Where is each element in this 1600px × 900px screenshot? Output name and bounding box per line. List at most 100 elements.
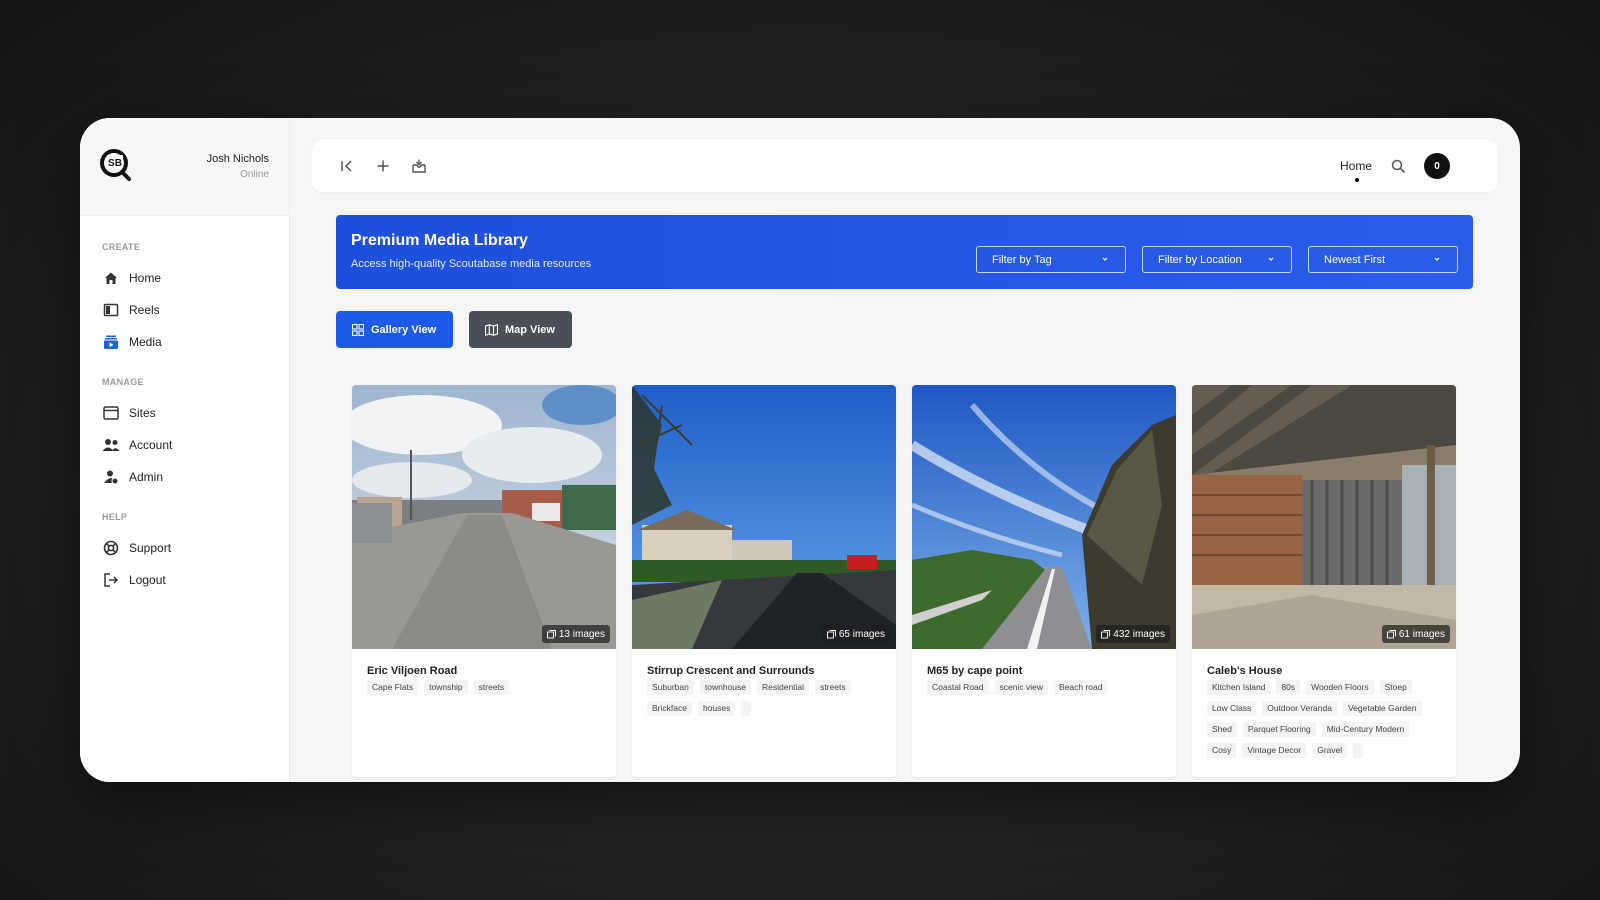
- card-thumbnail: 65 images: [632, 385, 896, 649]
- tag[interactable]: Suburban: [647, 680, 694, 695]
- sidebar: SB Josh Nichols Online CREATE Home Reels…: [80, 118, 290, 782]
- card-title: Stirrup Crescent and Surrounds: [647, 665, 815, 677]
- page-subtitle: Access high-quality Scoutabase media res…: [351, 258, 592, 270]
- map-icon: [485, 323, 498, 336]
- image-count: 61 images: [1398, 628, 1445, 640]
- media-card[interactable]: 65 images Stirrup Crescent and Surrounds…: [632, 385, 896, 777]
- tag[interactable]: Parquet Flooring: [1242, 722, 1316, 737]
- media-card[interactable]: 432 images M65 by cape point Coastal Roa…: [912, 385, 1176, 777]
- tag[interactable]: Shed: [1207, 722, 1237, 737]
- account-icon: [102, 436, 120, 454]
- media-library-banner: Premium Media Library Access high-qualit…: [336, 215, 1473, 289]
- tag[interactable]: township: [424, 680, 468, 695]
- user-status: Online: [240, 169, 269, 180]
- image-count-badge: 432 images: [1096, 625, 1170, 643]
- tag[interactable]: Brickface: [647, 701, 692, 716]
- inbox-icon[interactable]: [410, 157, 428, 175]
- card-thumbnail: 61 images: [1192, 385, 1456, 649]
- card-title: Caleb's House: [1207, 665, 1283, 677]
- gallery-icon: [1386, 629, 1396, 638]
- sidebar-item-home[interactable]: Home: [102, 267, 161, 289]
- nav-home-link[interactable]: Home: [1340, 159, 1372, 173]
- tag[interactable]: Low Class: [1207, 701, 1257, 716]
- sidebar-item-label: Sites: [129, 406, 156, 420]
- section-label-manage: MANAGE: [102, 377, 144, 387]
- image-count-badge: 61 images: [1381, 625, 1450, 643]
- tag[interactable]: Vintage Decor: [1242, 743, 1307, 758]
- sidebar-item-label: Home: [129, 271, 162, 285]
- page-title: Premium Media Library: [351, 232, 528, 249]
- tag-list: Suburban townhouse Residential streets B…: [647, 680, 887, 722]
- notification-count-badge[interactable]: 0: [1424, 153, 1450, 179]
- gallery-icon: [546, 629, 556, 638]
- sidebar-item-label: Reels: [129, 303, 160, 317]
- sites-icon: [102, 404, 120, 422]
- tag[interactable]: Outdoor Veranda: [1262, 701, 1337, 716]
- tag[interactable]: Cape Flats: [367, 680, 419, 695]
- support-icon: [102, 539, 120, 557]
- tag[interactable]: Vegetable Garden: [1342, 701, 1422, 716]
- tag[interactable]: Residential: [757, 680, 810, 695]
- home-icon: [102, 269, 120, 287]
- tag[interactable]: townhouse: [699, 680, 751, 695]
- chevron-down-icon: [1268, 257, 1274, 261]
- image-count: 432 images: [1113, 628, 1165, 640]
- tag[interactable]: [1353, 743, 1364, 758]
- tag[interactable]: Coastal Road: [927, 680, 989, 695]
- chevron-down-icon: [1102, 257, 1108, 261]
- sidebar-item-account[interactable]: Account: [102, 434, 172, 456]
- button-label: Gallery View: [371, 323, 437, 336]
- section-label-create: CREATE: [102, 242, 141, 252]
- sidebar-item-admin[interactable]: Admin: [102, 466, 163, 488]
- image-count-badge: 13 images: [541, 625, 610, 643]
- sidebar-item-label: Support: [129, 541, 172, 555]
- media-icon: [102, 333, 120, 351]
- sidebar-item-media[interactable]: Media: [102, 331, 162, 353]
- grid-icon: [352, 323, 364, 336]
- tag[interactable]: 80s: [1276, 680, 1301, 695]
- sidebar-item-logout[interactable]: Logout: [102, 569, 166, 591]
- sidebar-item-support[interactable]: Support: [102, 537, 171, 559]
- sidebar-header: SB Josh Nichols Online: [80, 118, 289, 216]
- filter-label: Filter by Tag: [992, 253, 1052, 266]
- tag[interactable]: Stoep: [1379, 680, 1412, 695]
- sidebar-item-reels[interactable]: Reels: [102, 299, 160, 321]
- tag[interactable]: Gravel: [1312, 743, 1348, 758]
- tag[interactable]: scenic view: [994, 680, 1048, 695]
- tag-list: Coastal Road scenic view Beach road: [927, 680, 1167, 701]
- tag[interactable]: Cosy: [1207, 743, 1237, 758]
- tag[interactable]: Kitchen Island: [1207, 680, 1271, 695]
- filter-by-location-select[interactable]: Filter by Location: [1142, 246, 1292, 273]
- image-count: 65 images: [838, 628, 885, 640]
- media-card[interactable]: 13 images Eric Viljoen Road Cape Flats t…: [352, 385, 616, 777]
- gallery-icon: [826, 629, 836, 638]
- tag[interactable]: [741, 701, 752, 716]
- card-thumbnail: 432 images: [912, 385, 1176, 649]
- tag[interactable]: Beach road: [1053, 680, 1108, 695]
- user-name: Josh Nichols: [206, 153, 269, 165]
- gallery-view-button[interactable]: Gallery View: [336, 311, 453, 348]
- tag[interactable]: streets: [473, 680, 510, 695]
- media-card[interactable]: 61 images Caleb's House Kitchen Island 8…: [1192, 385, 1456, 777]
- sidebar-item-label: Logout: [129, 573, 166, 587]
- top-bar: Home 0: [312, 140, 1498, 192]
- map-view-button[interactable]: Map View: [469, 311, 572, 348]
- search-icon[interactable]: [1389, 157, 1407, 175]
- app-window: SB Josh Nichols Online CREATE Home Reels…: [80, 118, 1520, 782]
- card-title: M65 by cape point: [927, 665, 1023, 677]
- app-logo[interactable]: SB: [98, 146, 134, 182]
- sidebar-item-label: Account: [129, 438, 173, 452]
- sidebar-item-sites[interactable]: Sites: [102, 402, 156, 424]
- tag[interactable]: Mid-Century Modern: [1321, 722, 1410, 737]
- filter-label: Filter by Location: [1158, 253, 1242, 266]
- add-icon[interactable]: [374, 157, 392, 175]
- sidebar-item-label: Admin: [129, 470, 164, 484]
- svg-text:SB: SB: [108, 158, 122, 169]
- filter-by-tag-select[interactable]: Filter by Tag: [976, 246, 1126, 273]
- tag[interactable]: streets: [815, 680, 851, 695]
- tag[interactable]: Wooden Floors: [1306, 680, 1374, 695]
- card-thumbnail: 13 images: [352, 385, 616, 649]
- sort-order-select[interactable]: Newest First: [1308, 246, 1458, 273]
- collapse-sidebar-icon[interactable]: [338, 157, 356, 175]
- tag[interactable]: houses: [697, 701, 736, 716]
